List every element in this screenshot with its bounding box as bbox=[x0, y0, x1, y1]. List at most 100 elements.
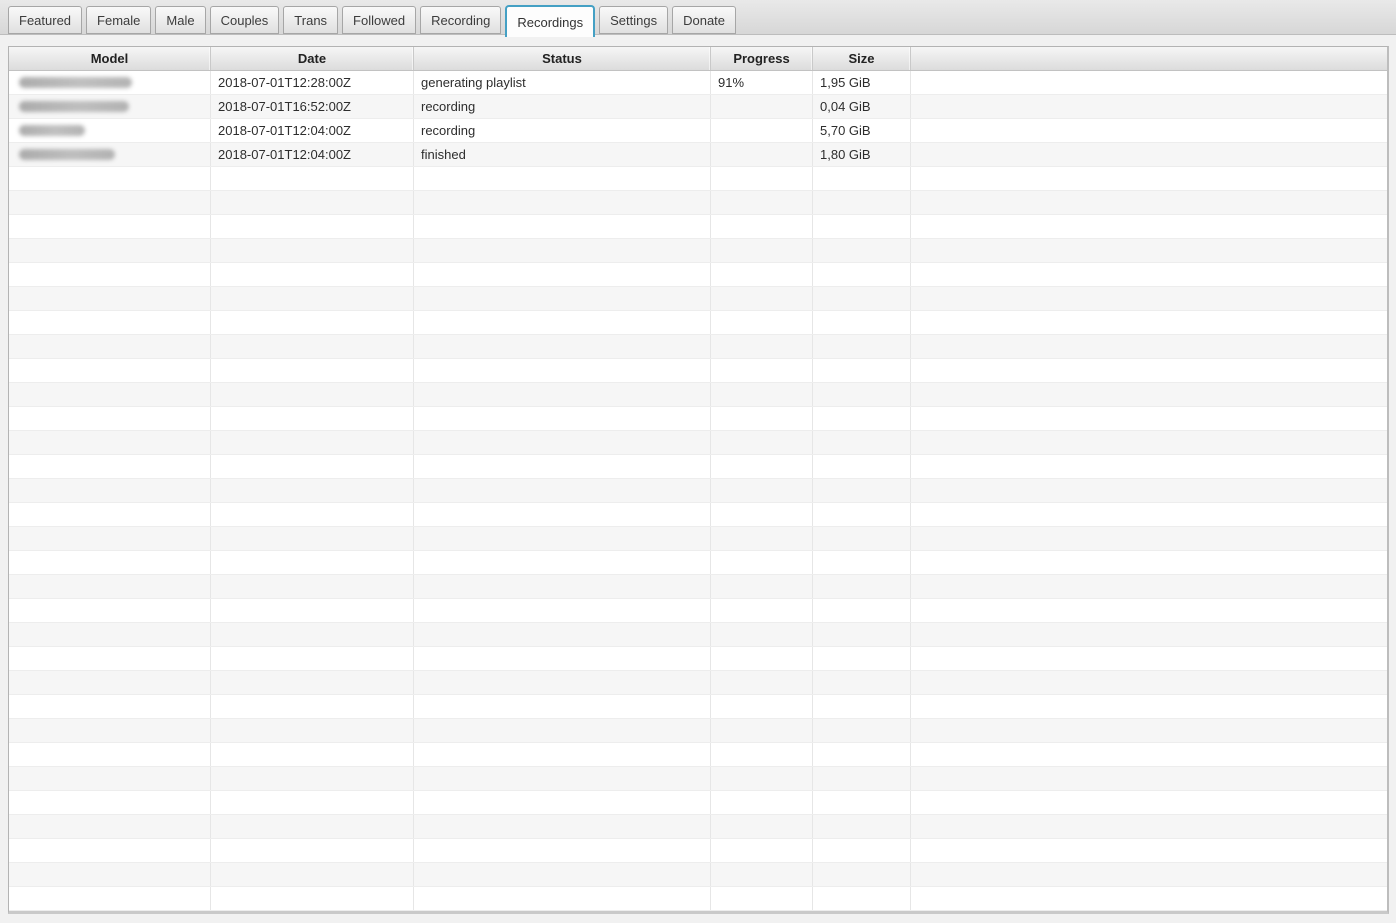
empty-cell bbox=[414, 191, 711, 214]
empty-cell bbox=[9, 503, 211, 526]
empty-cell bbox=[211, 647, 414, 670]
empty-cell bbox=[813, 287, 911, 310]
empty-cell bbox=[911, 695, 1387, 718]
empty-cell bbox=[414, 551, 711, 574]
progress-cell bbox=[711, 95, 813, 118]
column-header-status[interactable]: Status bbox=[414, 47, 711, 70]
empty-row bbox=[9, 215, 1387, 239]
tab-donate[interactable]: Donate bbox=[672, 6, 736, 34]
blurred-model-name bbox=[19, 77, 132, 88]
empty-row bbox=[9, 551, 1387, 575]
tab-female[interactable]: Female bbox=[86, 6, 151, 34]
empty-cell bbox=[414, 455, 711, 478]
empty-cell bbox=[9, 863, 211, 886]
empty-cell bbox=[711, 551, 813, 574]
empty-cell bbox=[211, 311, 414, 334]
status-cell: generating playlist bbox=[414, 71, 711, 94]
table-row[interactable]: 2018-07-01T12:04:00Z recording 5,70 GiB bbox=[9, 119, 1387, 143]
table-row[interactable]: 2018-07-01T12:28:00Z generating playlist… bbox=[9, 71, 1387, 95]
empty-cell bbox=[813, 479, 911, 502]
tab-featured[interactable]: Featured bbox=[8, 6, 82, 34]
tab-trans[interactable]: Trans bbox=[283, 6, 338, 34]
empty-cell bbox=[911, 599, 1387, 622]
empty-cell bbox=[414, 575, 711, 598]
empty-cell bbox=[414, 215, 711, 238]
empty-cell bbox=[414, 335, 711, 358]
empty-cell bbox=[414, 815, 711, 838]
size-cell: 1,80 GiB bbox=[813, 143, 911, 166]
empty-cell bbox=[414, 767, 711, 790]
empty-cell bbox=[9, 527, 211, 550]
empty-cell bbox=[911, 431, 1387, 454]
empty-cell bbox=[813, 815, 911, 838]
column-header-progress[interactable]: Progress bbox=[711, 47, 813, 70]
tab-recordings[interactable]: Recordings bbox=[505, 5, 595, 37]
column-header-date[interactable]: Date bbox=[211, 47, 414, 70]
empty-cell bbox=[911, 791, 1387, 814]
empty-cell bbox=[211, 527, 414, 550]
empty-cell bbox=[911, 239, 1387, 262]
empty-cell bbox=[711, 743, 813, 766]
empty-row bbox=[9, 407, 1387, 431]
empty-cell bbox=[9, 671, 211, 694]
tab-settings[interactable]: Settings bbox=[599, 6, 668, 34]
empty-cell bbox=[9, 815, 211, 838]
progress-cell: 91% bbox=[711, 71, 813, 94]
table-row[interactable]: 2018-07-01T16:52:00Z recording 0,04 GiB bbox=[9, 95, 1387, 119]
empty-cell bbox=[711, 263, 813, 286]
tab-couples[interactable]: Couples bbox=[210, 6, 280, 34]
table-body: 2018-07-01T12:28:00Z generating playlist… bbox=[9, 71, 1387, 911]
empty-row bbox=[9, 167, 1387, 191]
empty-row bbox=[9, 503, 1387, 527]
empty-cell bbox=[911, 479, 1387, 502]
empty-cell bbox=[911, 767, 1387, 790]
empty-cell bbox=[711, 431, 813, 454]
tab-male[interactable]: Male bbox=[155, 6, 205, 34]
empty-cell bbox=[414, 623, 711, 646]
empty-cell bbox=[211, 863, 414, 886]
table-row[interactable]: 2018-07-01T12:04:00Z finished 1,80 GiB bbox=[9, 143, 1387, 167]
extra-cell bbox=[911, 119, 1387, 142]
tab-recording[interactable]: Recording bbox=[420, 6, 501, 34]
empty-cell bbox=[911, 743, 1387, 766]
status-cell: finished bbox=[414, 143, 711, 166]
empty-cell bbox=[211, 191, 414, 214]
empty-cell bbox=[211, 575, 414, 598]
empty-cell bbox=[911, 287, 1387, 310]
empty-cell bbox=[711, 479, 813, 502]
empty-cell bbox=[711, 383, 813, 406]
empty-cell bbox=[414, 719, 711, 742]
empty-cell bbox=[711, 887, 813, 910]
empty-cell bbox=[911, 191, 1387, 214]
empty-cell bbox=[711, 359, 813, 382]
empty-cell bbox=[813, 887, 911, 910]
empty-cell bbox=[711, 791, 813, 814]
empty-cell bbox=[414, 287, 711, 310]
tab-followed[interactable]: Followed bbox=[342, 6, 416, 34]
empty-cell bbox=[9, 287, 211, 310]
empty-cell bbox=[211, 767, 414, 790]
empty-cell bbox=[414, 479, 711, 502]
empty-cell bbox=[9, 479, 211, 502]
empty-cell bbox=[813, 695, 911, 718]
empty-cell bbox=[9, 191, 211, 214]
empty-cell bbox=[9, 839, 211, 862]
empty-cell bbox=[9, 311, 211, 334]
empty-cell bbox=[813, 791, 911, 814]
empty-cell bbox=[711, 575, 813, 598]
empty-cell bbox=[813, 503, 911, 526]
empty-cell bbox=[414, 263, 711, 286]
empty-row bbox=[9, 767, 1387, 791]
column-header-extra bbox=[911, 47, 1387, 70]
empty-row bbox=[9, 383, 1387, 407]
empty-cell bbox=[414, 671, 711, 694]
progress-cell bbox=[711, 143, 813, 166]
column-header-model[interactable]: Model bbox=[9, 47, 211, 70]
empty-cell bbox=[911, 527, 1387, 550]
empty-row bbox=[9, 479, 1387, 503]
empty-cell bbox=[9, 407, 211, 430]
column-header-size[interactable]: Size bbox=[813, 47, 911, 70]
empty-cell bbox=[9, 599, 211, 622]
empty-cell bbox=[813, 671, 911, 694]
empty-cell bbox=[414, 695, 711, 718]
